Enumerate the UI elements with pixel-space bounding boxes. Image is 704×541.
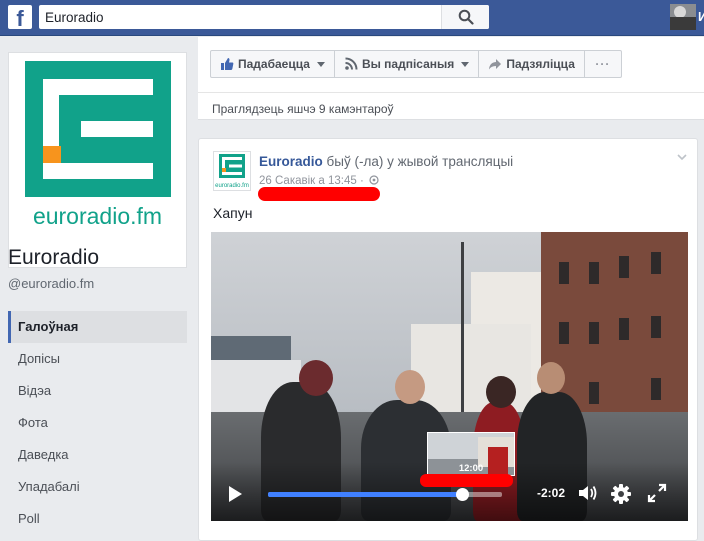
euroradio-logo-icon: euroradio.fm [215,154,249,189]
gear-icon[interactable] [610,483,632,505]
euroradio-logo-icon [25,61,171,197]
nav-item-poll[interactable]: Poll [8,503,187,535]
thumbs-up-icon [221,58,234,70]
search-button[interactable] [441,5,489,29]
video-frame-person [395,370,425,404]
window [619,256,629,278]
video-player[interactable]: 12:00 -2:02 [211,232,688,521]
chevron-down-icon [461,61,470,67]
window [651,316,661,338]
divider [198,92,704,93]
video-frame-person [486,376,516,408]
logo-text: euroradio.fm [32,203,163,229]
globe-icon [369,175,379,185]
redaction-mark [420,474,513,487]
play-icon[interactable] [229,486,242,502]
nav-item-home[interactable]: Галоўная [8,311,187,343]
post-author-name[interactable]: Euroradio [259,154,323,169]
share-button[interactable]: Падзяліцца [479,51,585,77]
window [651,378,661,400]
window [589,322,599,344]
redaction-mark [258,187,380,201]
follow-label: Вы падпісаныя [361,57,455,71]
video-frame-person [299,360,333,396]
nav-item-videos[interactable]: Відэа [8,375,187,407]
search-input[interactable] [39,5,439,29]
window [559,322,569,344]
facebook-logo-icon[interactable]: f [8,5,32,31]
page-name[interactable]: Euroradio [8,246,99,270]
window [619,318,629,340]
window [559,262,569,284]
preview-time: 12:00 [458,463,484,474]
page-sidebar: euroradio.fm Euroradio @euroradio.fm Гал… [0,37,198,541]
avatar-logo-text: euroradio.fm [215,183,249,189]
user-name[interactable]: И [698,9,704,24]
post-author-avatar[interactable]: euroradio.fm [213,151,251,191]
fullscreen-icon[interactable] [647,483,667,503]
nav-item-photos[interactable]: Фота [8,407,187,439]
user-avatar[interactable] [670,4,696,30]
time-remaining: -2:02 [537,486,566,500]
nav-item-posts[interactable]: Допісы [8,343,187,375]
post-action-text: быў (-ла) у жывой трансляцыі [322,154,514,169]
post-time-text: 26 Сакавік а 13:45 · [259,175,364,187]
page-action-buttons: Падабаецца Вы падпісаныя Падзяліцца ··· [210,50,622,78]
post-text: Хапун [213,205,253,221]
follow-button[interactable]: Вы падпісаныя [335,51,480,77]
search-icon [458,9,474,25]
search-box [39,5,489,29]
nav-item-likes[interactable]: Упадабалі [8,471,187,503]
video-progress-fill [268,492,463,497]
rss-icon [345,57,358,70]
page-handle[interactable]: @euroradio.fm [8,276,94,291]
chevron-down-icon [316,61,325,67]
window [589,262,599,284]
video-progress-track[interactable] [268,488,502,501]
like-button[interactable]: Падабаецца [211,51,335,77]
view-more-comments-link[interactable]: Праглядзець яшчэ 9 камэнтароў [212,102,394,116]
post-header: Euroradio быў (-ла) у жывой трансляцыі [259,154,513,169]
volume-icon[interactable] [577,483,599,503]
video-frame-person [537,362,565,394]
window [651,252,661,274]
share-arrow-icon [489,59,502,70]
page-nav: Галоўная Допісы Відэа Фота Даведка Упада… [8,311,187,535]
top-bar: f И [0,0,704,36]
share-label: Падзяліцца [506,57,575,71]
chevron-down-icon[interactable] [677,152,687,162]
like-label: Падабаецца [238,57,310,71]
more-options-button[interactable]: ··· [585,51,621,77]
window [589,382,599,404]
post-card: euroradio.fm Euroradio быў (-ла) у жывой… [198,138,698,541]
nav-item-about[interactable]: Даведка [8,439,187,471]
page-profile-picture[interactable]: euroradio.fm [8,52,187,268]
post-timestamp[interactable]: 26 Сакавік а 13:45 · [259,175,379,187]
